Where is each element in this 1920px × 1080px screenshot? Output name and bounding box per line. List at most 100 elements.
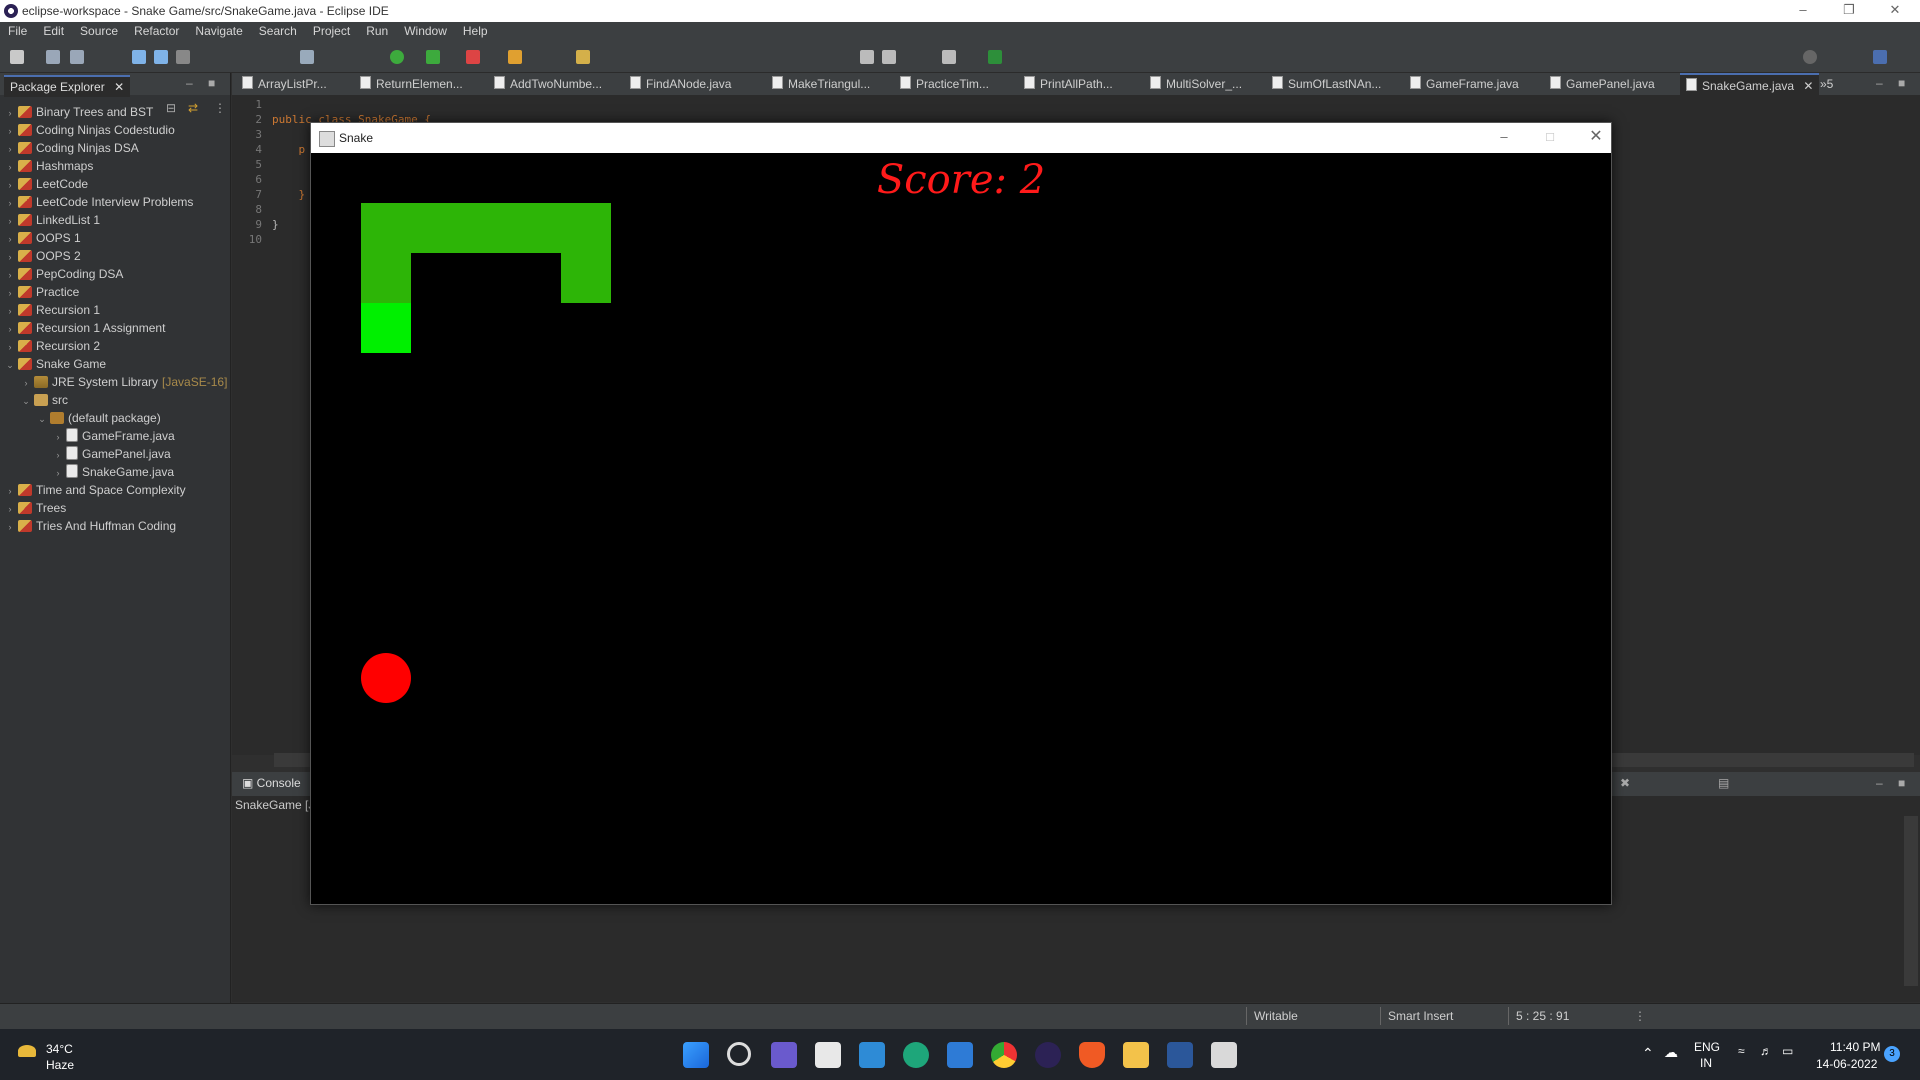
- minimize-icon[interactable]: –: [1780, 0, 1826, 22]
- chevron-right-icon[interactable]: ›: [4, 194, 16, 212]
- debug-icon[interactable]: [426, 50, 440, 64]
- maximize-icon[interactable]: ■: [1898, 776, 1905, 790]
- menu-search[interactable]: Search: [251, 22, 305, 40]
- tree-item-project[interactable]: › Recursion 1: [4, 301, 101, 320]
- menu-file[interactable]: File: [0, 22, 35, 40]
- tree-item-project[interactable]: › LeetCode: [4, 175, 89, 194]
- editor-tab[interactable]: MakeTriangul...: [772, 73, 870, 95]
- tree-item-project[interactable]: › Tries And Huffman Coding: [4, 517, 177, 536]
- tree-item-file[interactable]: › SnakeGame.java: [52, 463, 174, 481]
- clock-time[interactable]: 11:40 PM: [1830, 1040, 1880, 1054]
- editor-tab[interactable]: PrintAllPath...: [1024, 73, 1113, 95]
- notification-badge[interactable]: 3: [1884, 1046, 1900, 1062]
- editor-tab[interactable]: GamePanel.java: [1550, 73, 1655, 95]
- minimize-icon[interactable]: –: [1481, 127, 1527, 149]
- search-icon[interactable]: [1803, 50, 1817, 64]
- chevron-right-icon[interactable]: ›: [52, 464, 64, 482]
- menu-edit[interactable]: Edit: [35, 22, 72, 40]
- tree-item-project[interactable]: › Recursion 2: [4, 337, 101, 355]
- forward-nav-icon[interactable]: [942, 50, 956, 64]
- tree-item-project[interactable]: › LinkedList 1: [4, 211, 101, 230]
- close-icon[interactable]: ✕: [1872, 0, 1918, 22]
- minimize-icon[interactable]: –: [186, 76, 193, 90]
- java-perspective-icon[interactable]: [1873, 50, 1887, 64]
- chevron-right-icon[interactable]: ›: [4, 140, 16, 158]
- open-perspective-icon[interactable]: [988, 50, 1002, 64]
- menu-project[interactable]: Project: [305, 22, 358, 40]
- chevron-right-icon[interactable]: ›: [4, 176, 16, 194]
- chevron-right-icon[interactable]: ›: [4, 302, 16, 320]
- file-explorer-icon[interactable]: [1123, 1042, 1149, 1068]
- chevron-right-icon[interactable]: ›: [4, 518, 16, 536]
- menu-source[interactable]: Source: [72, 22, 126, 40]
- open-folder-icon[interactable]: [576, 50, 590, 64]
- editor-tab[interactable]: SnakeGame.java ✕: [1680, 73, 1820, 97]
- word-icon[interactable]: [1167, 1042, 1193, 1068]
- edge-icon[interactable]: [903, 1042, 929, 1068]
- tree-item-project[interactable]: › OOPS 1: [4, 229, 81, 247]
- editor-tab[interactable]: ReturnElemen...: [360, 73, 463, 95]
- language-top[interactable]: ENG: [1694, 1040, 1720, 1054]
- search-icon[interactable]: [727, 1042, 751, 1066]
- tree-item-project[interactable]: › Coding Ninjas Codestudio: [4, 121, 175, 139]
- minimize-icon[interactable]: –: [1876, 76, 1883, 90]
- tree-item-src[interactable]: ⌄ src: [20, 391, 68, 409]
- menu-window[interactable]: Window: [396, 22, 455, 40]
- tree-item-project[interactable]: › OOPS 2: [4, 247, 81, 265]
- save-all-icon[interactable]: [70, 50, 84, 64]
- chevron-right-icon[interactable]: ›: [52, 446, 64, 464]
- mail-icon[interactable]: [947, 1042, 973, 1068]
- store-icon[interactable]: [815, 1042, 841, 1068]
- editor-tab[interactable]: PracticeTim...: [900, 73, 989, 95]
- close-icon[interactable]: ✕: [1573, 127, 1619, 149]
- resume-icon[interactable]: [132, 50, 146, 64]
- wifi-icon[interactable]: ≈: [1738, 1044, 1745, 1058]
- onedrive-icon[interactable]: ☁: [1664, 1044, 1678, 1061]
- package-explorer-tab[interactable]: Package Explorer ✕: [4, 75, 131, 97]
- new-icon[interactable]: [10, 50, 24, 64]
- chevron-right-icon[interactable]: ›: [4, 212, 16, 230]
- menu-refactor[interactable]: Refactor: [126, 22, 187, 40]
- editor-tab[interactable]: MultiSolver_...: [1150, 73, 1242, 95]
- snake-game-window[interactable]: Snake – □ ✕ Score: 2: [310, 122, 1612, 905]
- chevron-right-icon[interactable]: ›: [4, 284, 16, 302]
- chevron-right-icon[interactable]: ›: [4, 248, 16, 266]
- volume-icon[interactable]: ♬: [1760, 1044, 1772, 1058]
- weather-icon[interactable]: [18, 1045, 36, 1057]
- maximize-icon[interactable]: ■: [208, 76, 215, 90]
- new-java-project-icon[interactable]: [508, 50, 522, 64]
- battery-icon[interactable]: ▭: [1782, 1044, 1793, 1058]
- tree-item-file[interactable]: › GamePanel.java: [52, 445, 171, 463]
- chevron-down-icon[interactable]: ⌄: [4, 356, 16, 374]
- status-menu-icon[interactable]: ⋮: [1634, 1009, 1646, 1023]
- minimize-icon[interactable]: –: [1876, 776, 1883, 790]
- chevron-right-icon[interactable]: ›: [4, 482, 16, 500]
- show-hidden-icons-icon[interactable]: ⌃: [1642, 1045, 1654, 1062]
- chevron-down-icon[interactable]: ⌄: [36, 410, 48, 428]
- link-with-editor-icon[interactable]: ⇄: [188, 101, 198, 115]
- eclipse-icon[interactable]: [1035, 1042, 1061, 1068]
- language-bottom[interactable]: IN: [1700, 1056, 1712, 1070]
- forward-icon[interactable]: [882, 50, 896, 64]
- run-icon[interactable]: [390, 50, 404, 64]
- tree-item-project[interactable]: › Hashmaps: [4, 157, 94, 176]
- chat-icon[interactable]: [771, 1042, 797, 1068]
- tree-item-project[interactable]: › Coding Ninjas DSA: [4, 139, 139, 157]
- close-icon[interactable]: ✕: [1800, 79, 1813, 93]
- brave-icon[interactable]: [1079, 1042, 1105, 1068]
- chevron-right-icon[interactable]: ›: [52, 428, 64, 446]
- maximize-icon[interactable]: ■: [1898, 76, 1905, 90]
- vertical-scrollbar[interactable]: [1904, 816, 1918, 986]
- external-tools-icon[interactable]: [466, 50, 480, 64]
- maximize-icon[interactable]: □: [1527, 127, 1573, 149]
- pin-console-icon[interactable]: ▤: [1718, 776, 1729, 790]
- save-icon[interactable]: [46, 50, 60, 64]
- editor-tab[interactable]: AddTwoNumbe...: [494, 73, 602, 95]
- chevron-right-icon[interactable]: ›: [4, 230, 16, 248]
- suspend-icon[interactable]: [154, 50, 168, 64]
- close-icon[interactable]: ✕: [114, 80, 124, 94]
- tree-item-project[interactable]: › Trees: [4, 499, 67, 517]
- tree-item-project[interactable]: ⌄ Snake Game: [4, 355, 106, 373]
- chevron-right-icon[interactable]: ›: [4, 158, 16, 176]
- restore-icon[interactable]: ❐: [1826, 0, 1872, 22]
